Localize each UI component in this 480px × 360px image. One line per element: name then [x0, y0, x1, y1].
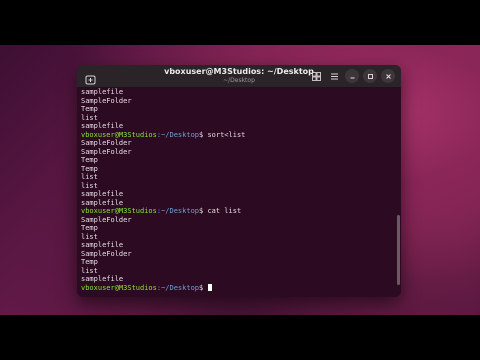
hamburger-menu-icon	[330, 72, 339, 81]
title-bar[interactable]: vboxuser@M3Studios: ~/Desktop ~/Desktop	[77, 65, 401, 88]
output-line: list	[81, 232, 98, 241]
prompt-path: :~/Desktop	[156, 207, 200, 215]
output-line: samplefile	[81, 190, 124, 198]
prompt-line: vboxuser@M3Studios:~/Desktop$ cat list	[81, 207, 395, 216]
prompt-path: :~/Desktop	[156, 130, 200, 139]
output-line: samplefile	[81, 275, 124, 283]
close-button[interactable]	[381, 69, 395, 83]
prompt-line: vboxuser@M3Studios:~/Desktop$ sort<list	[81, 131, 395, 140]
output-line: list	[81, 181, 98, 190]
command-text	[203, 284, 207, 292]
window-title: vboxuser@M3Studios: ~/Desktop	[164, 67, 314, 76]
output-line: Temp	[81, 156, 98, 164]
menu-button[interactable]	[327, 69, 341, 83]
output-line: list	[81, 266, 98, 275]
command-text: sort<list	[203, 130, 246, 139]
output-line: samplefile	[81, 241, 124, 249]
prompt-user: vboxuser@M3Studios	[81, 130, 157, 139]
text-cursor	[208, 283, 213, 291]
prompt-path: :~/Desktop	[156, 283, 200, 292]
terminal-window[interactable]: vboxuser@M3Studios: ~/Desktop ~/Desktop	[77, 65, 401, 297]
window-subtitle: ~/Desktop	[223, 77, 255, 84]
new-tab-icon[interactable]	[85, 70, 96, 85]
minimize-button[interactable]	[345, 69, 359, 83]
output-line: Temp	[81, 224, 98, 232]
maximize-icon	[367, 73, 374, 80]
output-line: Temp	[81, 105, 98, 113]
output-line: Temp	[81, 164, 98, 173]
output-line: SampleFolder	[81, 215, 132, 224]
maximize-button[interactable]	[363, 69, 377, 83]
prompt-user: vboxuser@M3Studios	[81, 283, 157, 292]
output-line: SampleFolder	[81, 96, 132, 105]
window-titles: vboxuser@M3Studios: ~/Desktop ~/Desktop	[147, 67, 331, 85]
output-line: SampleFolder	[81, 139, 132, 147]
output-line: samplefile	[81, 198, 124, 207]
output-line: Temp	[81, 258, 98, 266]
output-line: SampleFolder	[81, 147, 132, 156]
minimize-icon	[349, 73, 356, 80]
split-view-icon	[311, 71, 321, 81]
desktop-background: vboxuser@M3Studios: ~/Desktop ~/Desktop	[0, 45, 480, 315]
split-view-button[interactable]	[309, 69, 323, 83]
output-line: list	[81, 113, 98, 122]
output-line: list	[81, 173, 98, 181]
output-line: samplefile	[81, 122, 124, 130]
prompt-line: vboxuser@M3Studios:~/Desktop$	[81, 283, 395, 293]
command-text: cat list	[203, 207, 242, 215]
scrollbar[interactable]	[397, 215, 400, 285]
terminal-output[interactable]: samplefile SampleFolder Temp list samplefile…	[81, 88, 395, 293]
output-line: samplefile	[81, 88, 124, 96]
output-line: SampleFolder	[81, 249, 132, 258]
prompt-user: vboxuser@M3Studios	[81, 207, 157, 215]
close-icon	[385, 73, 392, 80]
